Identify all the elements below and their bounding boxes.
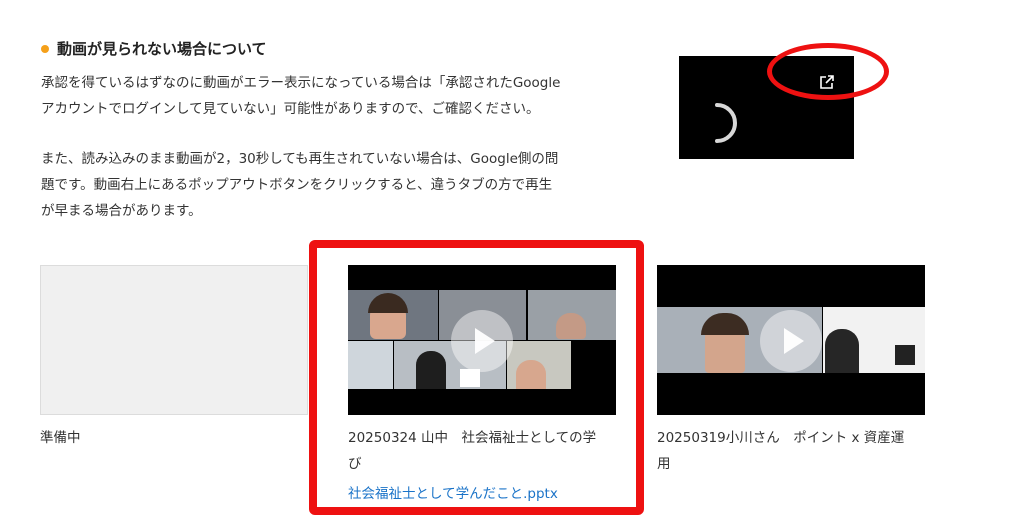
card-title-line: 用 [657, 456, 671, 472]
paragraph-line: アカウントでログインして見ていない」可能性がありますので、ご確認ください。 [41, 101, 540, 117]
card-title-line: 準備中 [40, 430, 81, 446]
loading-spinner-icon [715, 103, 737, 143]
section-heading: 動画が見られない場合について [41, 38, 267, 59]
paragraph-line: また、読み込みのまま動画が2，30秒しても再生されていない場合は、Google側… [41, 151, 559, 167]
placeholder-thumbnail [40, 265, 308, 415]
paragraph-line: が早まる場合があります。 [41, 203, 202, 219]
explanation-paragraph-2: また、読み込みのまま動画が2，30秒しても再生されていない場合は、Google側… [41, 146, 631, 224]
video-card-ogawa[interactable]: 20250319小川さん ポイント x 資産運 用 [657, 265, 925, 477]
popout-highlight-circle [767, 43, 889, 100]
paragraph-line: 承認を得ているはずなのに動画がエラー表示になっている場合は「承認されたGoogl… [41, 75, 561, 91]
explanation-paragraph-1: 承認を得ているはずなのに動画がエラー表示になっている場合は「承認されたGoogl… [41, 70, 631, 122]
card-title: 20250319小川さん ポイント x 資産運 用 [657, 425, 925, 477]
card-title: 準備中 [40, 425, 308, 451]
bullet-icon [41, 44, 49, 53]
video-thumbnail[interactable] [657, 265, 925, 415]
paragraph-line: 題です。動画右上にあるポップアウトボタンをクリックすると、違うタブの方で再生 [41, 177, 553, 193]
video-card-pending[interactable]: 準備中 [40, 265, 308, 451]
section-title: 動画が見られない場合について [57, 40, 267, 58]
card-highlight-box [309, 240, 644, 515]
card-title-line: 20250319小川さん ポイント x 資産運 [657, 430, 905, 446]
play-icon[interactable] [760, 310, 822, 372]
